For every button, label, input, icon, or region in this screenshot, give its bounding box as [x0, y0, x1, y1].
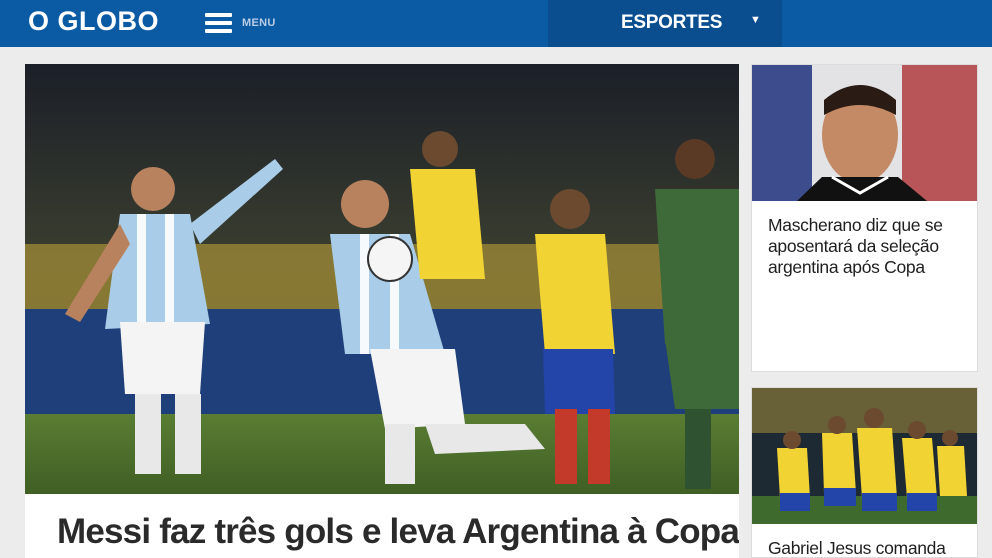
side-story-card[interactable]: Mascherano diz que se aposentará da sele…	[751, 64, 978, 372]
side-story-headline[interactable]: Mascherano diz que se aposentará da sele…	[768, 215, 968, 278]
section-label: ESPORTES	[621, 12, 723, 33]
site-logo[interactable]: O GLOBO	[28, 6, 159, 37]
side-story-image	[752, 388, 977, 524]
hero-story[interactable]: Messi faz três gols e leva Argentina à C…	[25, 64, 739, 558]
top-navigation-bar: O GLOBO MENU ESPORTES ▼	[0, 0, 992, 47]
side-story-card[interactable]: Gabriel Jesus comanda	[751, 387, 978, 558]
section-dropdown[interactable]: ESPORTES ▼	[548, 0, 782, 47]
hamburger-icon	[205, 12, 232, 34]
side-story-image	[752, 65, 977, 201]
side-story-headline[interactable]: Gabriel Jesus comanda	[768, 538, 977, 557]
hero-headline[interactable]: Messi faz três gols e leva Argentina à C…	[57, 512, 739, 552]
hero-image	[25, 64, 739, 494]
chevron-down-icon: ▼	[750, 14, 761, 26]
menu-label: MENU	[242, 17, 276, 29]
menu-button[interactable]: MENU	[205, 9, 276, 37]
